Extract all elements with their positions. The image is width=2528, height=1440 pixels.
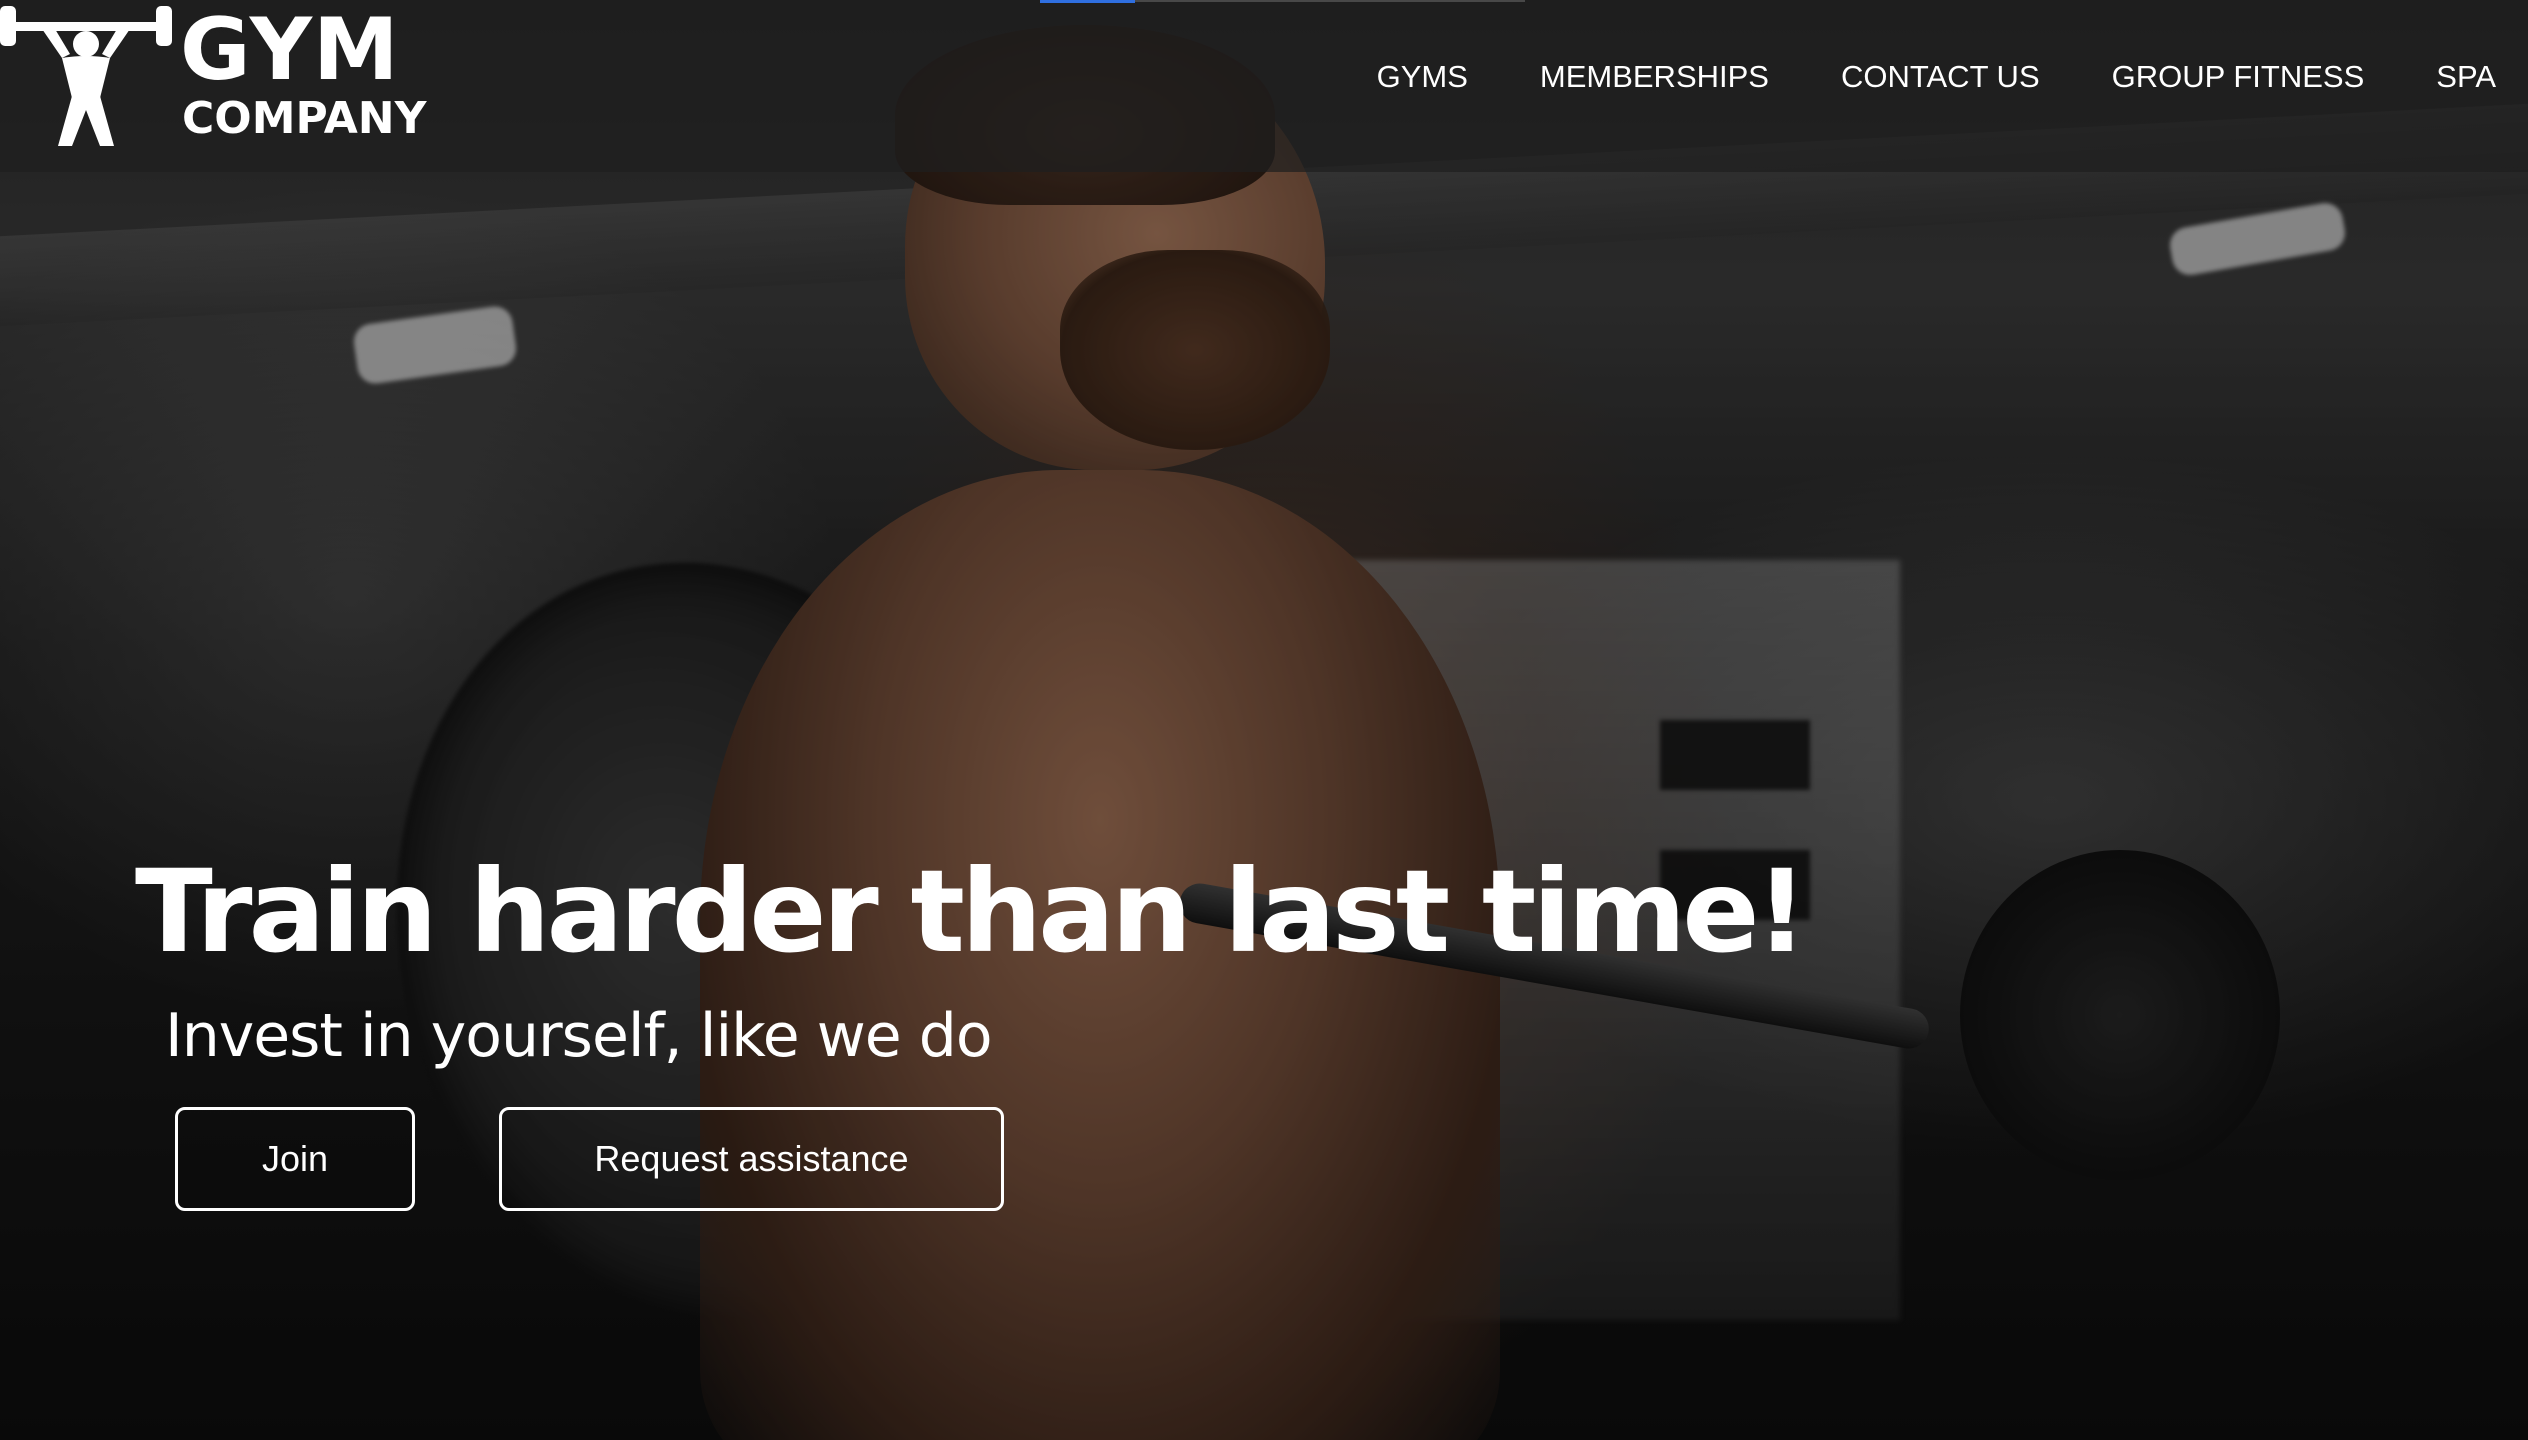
header-accent-bar: [1040, 0, 1135, 3]
site-header: GYM COMPANY GYMS MEMBERSHIPS CONTACT US …: [0, 0, 2528, 172]
weightlifter-icon: [0, 6, 172, 146]
hero-dark-overlay: [0, 0, 2528, 1440]
nav-link-gyms[interactable]: GYMS: [1377, 52, 1468, 102]
header-accent-line: [1135, 0, 1525, 2]
nav-link-spa[interactable]: SPA: [2436, 52, 2496, 102]
request-assistance-button[interactable]: Request assistance: [499, 1107, 1004, 1211]
main-navigation: GYMS MEMBERSHIPS CONTACT US GROUP FITNES…: [1377, 52, 2496, 102]
nav-link-memberships[interactable]: MEMBERSHIPS: [1540, 52, 1769, 102]
logo-wordmark-primary: GYM: [180, 0, 400, 100]
landing-page: GYM COMPANY GYMS MEMBERSHIPS CONTACT US …: [0, 0, 2528, 1440]
hero-title: Train harder than last time!: [135, 845, 1808, 978]
site-logo[interactable]: GYM COMPANY: [0, 0, 440, 150]
nav-link-contact-us[interactable]: CONTACT US: [1841, 52, 2040, 102]
hero-subtitle: Invest in yourself, like we do: [165, 1001, 993, 1071]
logo-wordmark-secondary: COMPANY: [182, 93, 427, 144]
nav-link-group-fitness[interactable]: GROUP FITNESS: [2112, 52, 2365, 102]
join-button[interactable]: Join: [175, 1107, 415, 1211]
